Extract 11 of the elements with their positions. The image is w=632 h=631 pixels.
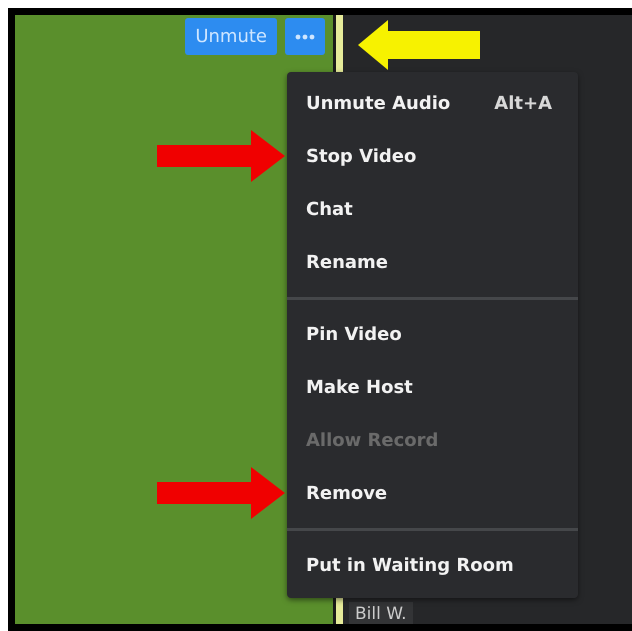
menu-item[interactable]: Put in Waiting Room <box>287 539 578 592</box>
menu-item[interactable]: Unmute Audio Alt+A <box>287 77 578 130</box>
menu-item[interactable]: Rename <box>287 236 578 289</box>
menu-item[interactable]: Chat <box>287 183 578 236</box>
menu-item[interactable]: Stop Video <box>287 130 578 183</box>
more-icon <box>295 34 315 40</box>
participant-name: Bill W. <box>349 602 412 624</box>
menu-item[interactable]: Make Host <box>287 361 578 414</box>
more-button[interactable] <box>285 18 325 55</box>
menu-item[interactable]: Pin Video <box>287 308 578 361</box>
menu-item[interactable]: Remove <box>287 467 578 520</box>
